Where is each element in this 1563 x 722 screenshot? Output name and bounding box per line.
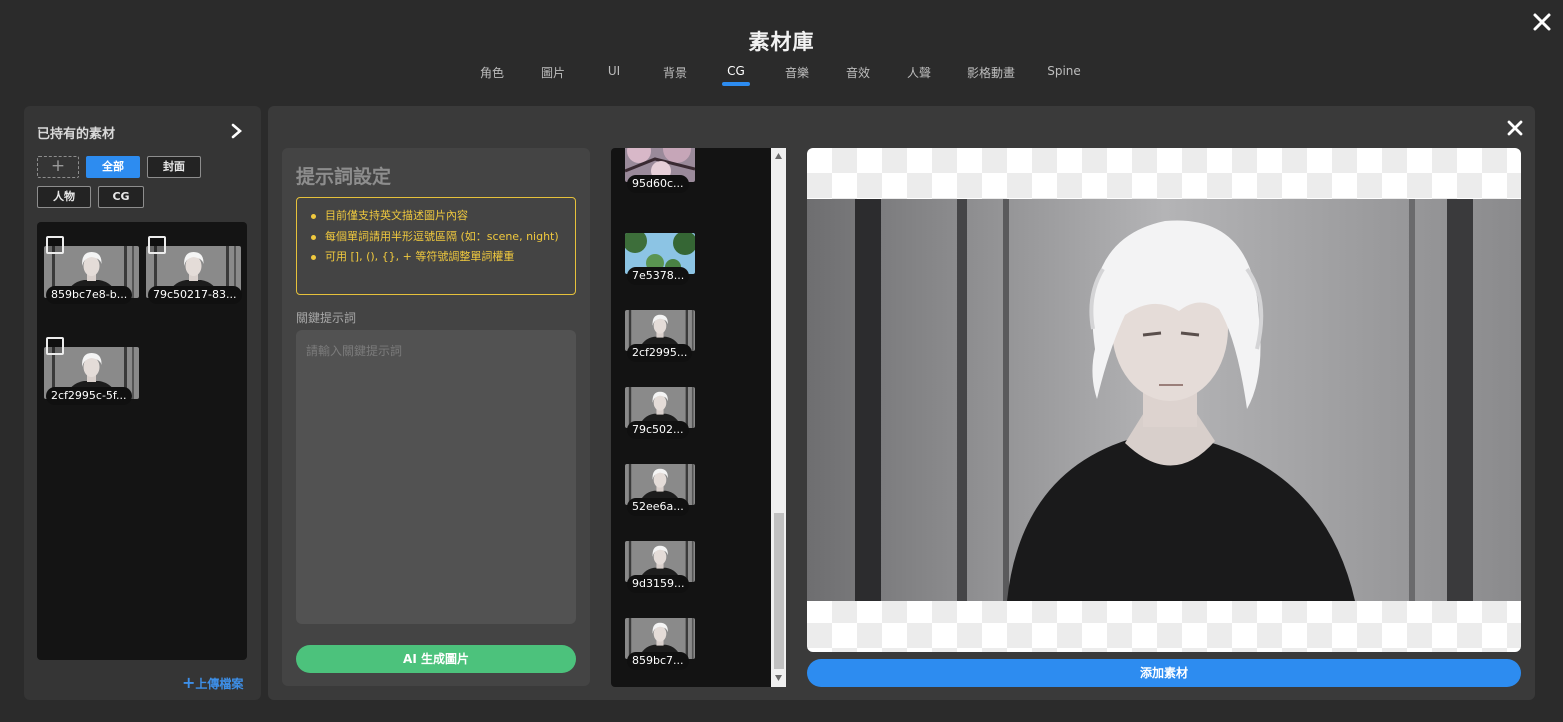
filter-cover[interactable]: 封面 bbox=[147, 156, 201, 178]
asset-checkbox[interactable] bbox=[148, 236, 166, 254]
generated-results-list: 95d60c... 7e5378... 2cf2995... 79c502...… bbox=[611, 148, 786, 687]
result-filename: 9d3159... bbox=[627, 575, 690, 593]
tab-music[interactable]: 音樂 bbox=[785, 64, 809, 81]
owned-assets-panel: 已持有的素材 + 全部 封面 人物 CG 859bc7e8-b... 79c50… bbox=[24, 106, 261, 700]
tab-background[interactable]: 背景 bbox=[663, 64, 687, 81]
close-icon[interactable] bbox=[1530, 10, 1554, 34]
filter-all[interactable]: 全部 bbox=[86, 156, 140, 178]
ai-generation-panel: 提示詞設定 目前僅支持英文描述圖片內容 每個單詞請用半形逗號區隔 (如：scen… bbox=[268, 106, 1535, 700]
owned-asset-item[interactable]: 859bc7e8-b... bbox=[44, 234, 139, 304]
close-icon[interactable] bbox=[1506, 119, 1524, 137]
tab-ui[interactable]: UI bbox=[608, 64, 620, 78]
owned-assets-title: 已持有的素材 bbox=[37, 127, 116, 142]
owned-asset-item[interactable]: 79c50217-83... bbox=[146, 234, 242, 304]
keyword-prompt-label: 關鍵提示詞 bbox=[296, 311, 357, 325]
image-preview bbox=[807, 148, 1521, 652]
asset-checkbox[interactable] bbox=[46, 337, 64, 355]
keyword-prompt-input[interactable] bbox=[296, 330, 576, 624]
tab-sound-effect[interactable]: 音效 bbox=[846, 64, 870, 81]
tab-image[interactable]: 圖片 bbox=[541, 64, 565, 81]
filter-character[interactable]: 人物 bbox=[37, 186, 91, 208]
scroll-down-arrow-icon[interactable] bbox=[774, 674, 783, 682]
result-filename: 2cf2995... bbox=[627, 344, 693, 362]
result-item[interactable]: 9d3159... bbox=[625, 541, 695, 596]
scroll-up-arrow-icon[interactable] bbox=[774, 152, 783, 160]
result-item[interactable]: 95d60c... bbox=[625, 148, 695, 196]
category-tabs: 角色 圖片 UI 背景 CG 音樂 音效 人聲 影格動畫 Spine bbox=[0, 64, 1563, 94]
result-filename: 79c502... bbox=[627, 421, 689, 439]
result-item[interactable]: 7e5378... bbox=[625, 233, 695, 288]
ai-generate-button[interactable]: AI 生成圖片 bbox=[296, 645, 576, 673]
prompt-settings-title: 提示詞設定 bbox=[296, 166, 392, 188]
result-filename: 52ee6a... bbox=[627, 498, 689, 516]
result-item[interactable]: 52ee6a... bbox=[625, 464, 695, 519]
plus-icon: + bbox=[182, 673, 196, 692]
result-item[interactable]: 2cf2995... bbox=[625, 310, 695, 365]
tab-frame-animation[interactable]: 影格動畫 bbox=[967, 64, 1015, 81]
tab-cg[interactable]: CG bbox=[727, 64, 745, 78]
add-asset-button[interactable]: 添加素材 bbox=[807, 659, 1521, 687]
page-title: 素材庫 bbox=[748, 30, 815, 54]
owned-assets-grid: 859bc7e8-b... 79c50217-83... 2cf2995c-5f… bbox=[37, 222, 247, 660]
upload-file-label: 上傳檔案 bbox=[195, 677, 244, 691]
prompt-notice-box: 目前僅支持英文描述圖片內容 每個單詞請用半形逗號區隔 (如：scene, nig… bbox=[296, 197, 576, 295]
asset-filename: 79c50217-83... bbox=[148, 286, 242, 304]
result-filename: 7e5378... bbox=[627, 267, 690, 285]
chevron-right-icon[interactable] bbox=[230, 123, 244, 139]
preview-image bbox=[807, 199, 1521, 601]
filter-cg[interactable]: CG bbox=[98, 186, 144, 208]
result-filename: 95d60c... bbox=[627, 175, 689, 193]
tab-voice[interactable]: 人聲 bbox=[907, 64, 931, 81]
result-item[interactable]: 859bc7... bbox=[625, 618, 695, 673]
add-filter-button[interactable]: + bbox=[37, 156, 79, 178]
asset-filename: 859bc7e8-b... bbox=[46, 286, 133, 304]
notice-item: 可用 [], (), {}, + 等符號調整單詞權重 bbox=[307, 247, 567, 268]
active-tab-indicator bbox=[722, 82, 750, 86]
scrollbar-thumb[interactable] bbox=[774, 513, 784, 669]
notice-item: 每個單詞請用半形逗號區隔 (如：scene, night) bbox=[307, 227, 567, 248]
asset-filename: 2cf2995c-5f... bbox=[46, 387, 132, 405]
result-item[interactable]: 79c502... bbox=[625, 387, 695, 442]
tab-character[interactable]: 角色 bbox=[480, 64, 504, 81]
result-filename: 859bc7... bbox=[627, 652, 689, 670]
upload-file-button[interactable]: +上傳檔案 bbox=[182, 673, 243, 692]
notice-item: 目前僅支持英文描述圖片內容 bbox=[307, 206, 567, 227]
prompt-settings-panel: 提示詞設定 目前僅支持英文描述圖片內容 每個單詞請用半形逗號區隔 (如：scen… bbox=[282, 148, 590, 686]
asset-checkbox[interactable] bbox=[46, 236, 64, 254]
tab-spine[interactable]: Spine bbox=[1047, 64, 1081, 78]
owned-asset-item[interactable]: 2cf2995c-5f... bbox=[44, 335, 139, 405]
